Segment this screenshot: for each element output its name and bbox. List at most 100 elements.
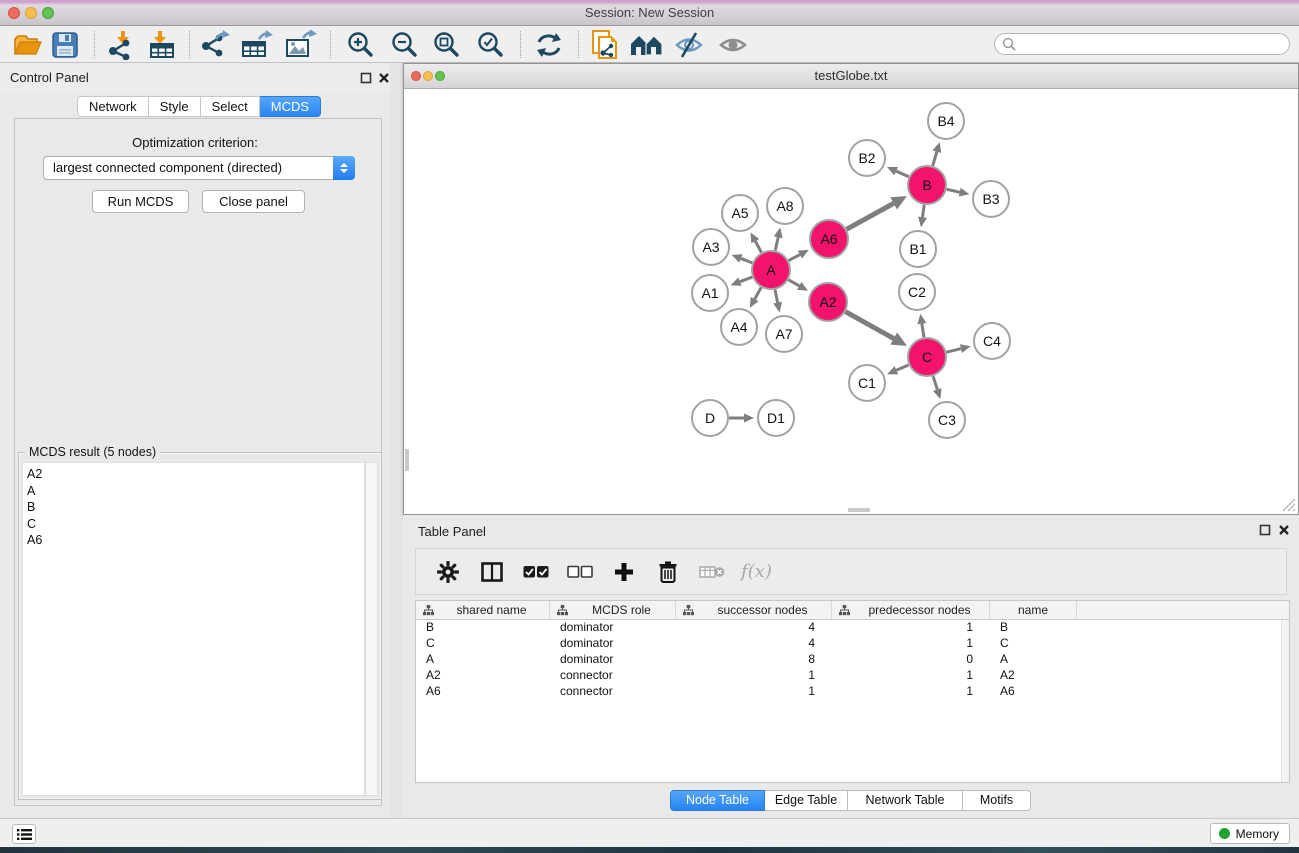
graph-node-A8[interactable]: A8 <box>767 188 803 224</box>
mcds-result-list[interactable]: A2ABCA6 <box>22 462 365 796</box>
node-table-scrollbar[interactable] <box>1281 620 1289 782</box>
column-header-successor-nodes[interactable]: successor nodes <box>676 601 832 619</box>
export-network-button[interactable] <box>198 30 232 60</box>
criterion-dropdown[interactable]: largest connected component (directed) <box>43 156 355 180</box>
network-zoom-button[interactable] <box>435 71 445 81</box>
select-all-columns-button[interactable] <box>521 557 551 587</box>
save-session-button[interactable] <box>48 30 82 60</box>
table-options-gear-button[interactable] <box>433 557 463 587</box>
graph-node-C4[interactable]: C4 <box>974 323 1010 359</box>
tab-motifs[interactable]: Motifs <box>963 790 1031 811</box>
export-image-button[interactable] <box>284 30 318 60</box>
zoom-window-button[interactable] <box>42 7 54 19</box>
graph-edge-C-C3[interactable] <box>933 376 937 389</box>
open-session-button[interactable] <box>10 30 44 60</box>
graph-node-C[interactable]: C <box>908 338 946 376</box>
search-input[interactable] <box>1016 35 1289 53</box>
new-network-from-selection-button[interactable] <box>588 30 622 60</box>
graph-node-C1[interactable]: C1 <box>849 365 885 401</box>
close-panel-icon[interactable] <box>378 72 390 84</box>
graph-edge-B-B2[interactable] <box>896 171 909 177</box>
graph-node-B1[interactable]: B1 <box>900 231 936 267</box>
tab-node-table[interactable]: Node Table <box>670 790 765 811</box>
unselect-all-columns-button[interactable] <box>565 557 595 587</box>
graph-node-B2[interactable]: B2 <box>849 140 885 176</box>
column-header-MCDS-role[interactable]: MCDS role <box>550 601 676 619</box>
graph-edge-A-A4[interactable] <box>755 287 762 299</box>
zoom-selected-button[interactable] <box>474 30 508 60</box>
column-header-shared-name[interactable]: shared name <box>416 601 550 619</box>
graph-node-D1[interactable]: D1 <box>758 400 794 436</box>
tab-mcds[interactable]: MCDS <box>260 96 321 117</box>
graph-node-B4[interactable]: B4 <box>928 103 964 139</box>
function-builder-button[interactable]: f(x) <box>741 561 772 582</box>
create-column-button[interactable] <box>609 557 639 587</box>
tab-network[interactable]: Network <box>77 96 149 117</box>
zoom-fit-button[interactable] <box>430 30 464 60</box>
tab-style[interactable]: Style <box>149 96 201 117</box>
graph-node-A3[interactable]: A3 <box>693 229 729 265</box>
show-panel-list-button[interactable] <box>12 824 36 844</box>
export-table-button[interactable] <box>240 30 274 60</box>
table-row[interactable]: A2connector11A2 <box>416 668 1289 684</box>
network-window-titlebar[interactable]: testGlobe.txt <box>404 64 1298 89</box>
mcds-result-item[interactable]: A6 <box>27 532 364 549</box>
graph-node-C2[interactable]: C2 <box>899 274 935 310</box>
graph-edge-A6-B[interactable] <box>847 203 894 229</box>
column-header-name[interactable]: name <box>990 601 1077 619</box>
graph-edge-A-A5[interactable] <box>755 241 761 252</box>
close-panel-button[interactable]: Close panel <box>202 190 305 213</box>
zoom-in-button[interactable] <box>344 30 378 60</box>
column-header-predecessor-nodes[interactable]: predecessor nodes <box>832 601 990 619</box>
graph-edge-A-A6[interactable] <box>789 255 800 261</box>
search-field[interactable] <box>994 33 1290 55</box>
resize-grip-icon[interactable] <box>1282 498 1296 512</box>
close-window-button[interactable] <box>8 7 20 19</box>
table-row[interactable]: Cdominator41C <box>416 636 1289 652</box>
graph-node-B[interactable]: B <box>908 166 946 204</box>
graph-edge-B-B1[interactable] <box>922 205 924 218</box>
zoom-out-button[interactable] <box>388 30 422 60</box>
graph-node-A6[interactable]: A6 <box>810 220 848 258</box>
close-panel-icon[interactable] <box>1278 524 1290 536</box>
network-minimize-button[interactable] <box>423 71 433 81</box>
graph-node-A[interactable]: A <box>752 251 790 289</box>
import-table-button[interactable] <box>145 30 179 60</box>
memory-button[interactable]: Memory <box>1210 823 1290 844</box>
graph-edge-A-A8[interactable] <box>775 237 778 250</box>
graph-node-A5[interactable]: A5 <box>722 195 758 231</box>
import-network-button[interactable] <box>103 30 137 60</box>
graph-edge-B-B3[interactable] <box>947 189 960 192</box>
graph-edge-C-C4[interactable] <box>946 349 961 353</box>
mcds-result-item[interactable]: B <box>27 499 364 516</box>
minimize-window-button[interactable] <box>25 7 37 19</box>
graph-node-A2[interactable]: A2 <box>809 283 847 321</box>
table-row[interactable]: A6connector11A6 <box>416 684 1289 700</box>
graph-node-A7[interactable]: A7 <box>766 316 802 352</box>
network-canvas[interactable]: B4B2BB3A5A8A6B1A3AA1C2A2A4A7C4CC1C3DD1 <box>404 89 1298 514</box>
graph-edge-A2-C[interactable] <box>845 312 893 339</box>
graph-edge-A-A1[interactable] <box>740 277 752 282</box>
graph-edge-A-A3[interactable] <box>741 258 752 262</box>
graph-node-C3[interactable]: C3 <box>929 402 965 438</box>
table-row[interactable]: Adominator80A <box>416 652 1289 668</box>
show-all-button[interactable] <box>716 30 750 60</box>
graph-node-A1[interactable]: A1 <box>692 275 728 311</box>
mcds-result-item[interactable]: C <box>27 516 364 533</box>
graph-edge-C-C2[interactable] <box>922 324 924 338</box>
mcds-result-item[interactable]: A2 <box>27 466 364 483</box>
graph-node-B3[interactable]: B3 <box>973 181 1009 217</box>
table-row[interactable]: Bdominator41B <box>416 620 1289 636</box>
float-panel-icon[interactable] <box>1259 524 1271 536</box>
run-mcds-button[interactable]: Run MCDS <box>92 190 189 213</box>
canvas-vertical-scroll-stub[interactable] <box>405 449 409 471</box>
delete-table-button[interactable] <box>697 557 727 587</box>
mcds-result-scrollbar[interactable] <box>365 462 378 796</box>
network-close-button[interactable] <box>411 71 421 81</box>
tab-edge-table[interactable]: Edge Table <box>765 790 848 811</box>
graph-edge-A-A2[interactable] <box>788 280 799 286</box>
delete-columns-button[interactable] <box>653 557 683 587</box>
tab-network-table[interactable]: Network Table <box>848 790 963 811</box>
graph-edge-A-A7[interactable] <box>775 290 778 303</box>
graph-node-A4[interactable]: A4 <box>721 309 757 345</box>
